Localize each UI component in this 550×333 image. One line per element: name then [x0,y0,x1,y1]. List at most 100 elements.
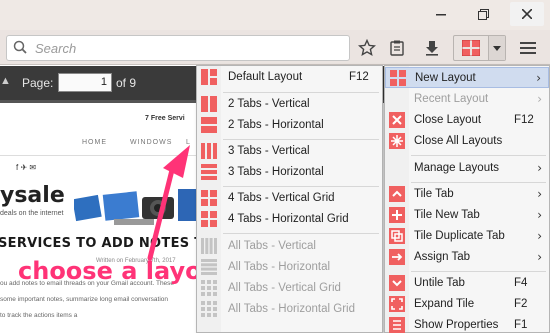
submenu-arrow-icon: › [537,229,542,243]
gadget-banner-image [74,189,198,225]
menu-item-expand-tile[interactable]: Expand Tile F2 [385,294,549,315]
close-icon [522,9,532,19]
menu-item-tile-tab[interactable]: Tile Tab › [385,184,549,205]
close-layout-icon [389,112,405,128]
untile-tab-icon [389,275,405,291]
menu-item-show-properties[interactable]: Show Properties F1 [385,315,549,333]
default-layout-icon [201,69,217,85]
two-horizontal-icon [201,117,217,133]
menu-separator [411,155,546,156]
two-vertical-icon [201,96,217,112]
close-window-button[interactable] [510,2,544,26]
tile-tabs-menu: New Layout › Recent Layout › Close Layou… [384,65,550,333]
menu-item-all-tabs-vertical-grid[interactable]: All Tabs - Vertical Grid [197,278,382,299]
menu-item-default-layout[interactable]: Default Layout F12 [197,67,382,88]
all-vertical-icon [201,238,217,254]
four-vertical-grid-icon [201,190,217,206]
menu-separator [411,271,546,272]
menu-item-4-tabs-horizontal-grid[interactable]: 4 Tabs - Horizontal Grid [197,209,382,230]
menu-item-shortcut: F4 [514,277,528,289]
menu-item-all-tabs-horizontal-grid[interactable]: All Tabs - Horizontal Grid [197,299,382,320]
menu-item-3-tabs-vertical[interactable]: 3 Tabs - Vertical [197,141,382,162]
tile-tabs-button[interactable] [454,36,488,60]
menu-item-manage-layouts[interactable]: Manage Layouts › [385,158,549,179]
page-number-input[interactable]: 1 [58,73,112,92]
menu-item-assign-tab[interactable]: Assign Tab › [385,247,549,268]
menu-item-label: All Tabs - Vertical Grid [228,282,341,294]
restore-button[interactable] [466,2,500,26]
nav-link-windows[interactable]: WINDOWS [130,139,172,146]
properties-icon [389,317,405,333]
menu-item-label: Close All Layouts [414,135,503,147]
article-paragraph-line: to track the actions items a [0,312,78,319]
submenu-arrow-icon: › [536,71,541,85]
menu-item-label: Show Properties [414,319,499,331]
menu-item-label: Tile New Tab [414,209,480,221]
menu-item-label: Tile Tab [414,188,454,200]
reading-list-button[interactable] [385,36,409,60]
submenu-arrow-icon: › [537,187,542,201]
menu-item-2-tabs-vertical[interactable]: 2 Tabs - Vertical [197,94,382,115]
menu-item-all-tabs-horizontal[interactable]: All Tabs - Horizontal [197,257,382,278]
menu-item-label: 4 Tabs - Vertical Grid [228,192,335,204]
menu-item-close-layout[interactable]: Close Layout F12 [385,110,549,131]
title-bar [0,0,550,30]
four-horizontal-grid-icon [201,211,217,227]
site-tagline: deals on the internet [0,210,64,217]
menu-item-tile-duplicate-tab[interactable]: Tile Duplicate Tab › [385,226,549,247]
menu-item-label: Expand Tile [414,298,475,310]
downloads-button[interactable] [420,36,444,60]
submenu-arrow-icon: › [537,92,542,106]
bookmark-button[interactable] [355,36,379,60]
menu-item-label: Close Layout [414,114,482,126]
menu-item-label: Untile Tab [414,277,465,289]
menu-separator [223,233,379,234]
menu-item-untile-tab[interactable]: Untile Tab F4 [385,273,549,294]
menu-item-shortcut: F1 [514,319,528,331]
menu-item-label: 2 Tabs - Vertical [228,98,310,110]
menu-item-label: Default Layout [228,71,303,83]
menu-item-label: New Layout [415,72,476,84]
nav-link-more[interactable]: L [186,139,191,146]
menu-item-all-tabs-vertical[interactable]: All Tabs - Vertical [197,236,382,257]
menu-button[interactable] [516,36,540,60]
expand-tile-icon [389,296,405,312]
article-paragraph-line: some important notes, summarize long ema… [0,296,168,303]
clipboard-icon [390,40,404,56]
menu-item-4-tabs-vertical-grid[interactable]: 4 Tabs - Vertical Grid [197,188,382,209]
menu-item-2-tabs-horizontal[interactable]: 2 Tabs - Horizontal [197,115,382,136]
menu-item-tile-new-tab[interactable]: Tile New Tab › [385,205,549,226]
assign-tab-icon [389,249,405,265]
article-teaser: 7 Free Servi [145,115,185,122]
restore-icon [477,8,489,20]
menu-item-recent-layout[interactable]: Recent Layout › [385,89,549,110]
menu-item-label: Manage Layouts [414,162,500,174]
menu-item-label: 2 Tabs - Horizontal [228,119,324,131]
tile-tab-icon [389,186,405,202]
tile-new-tab-icon [389,207,405,223]
divider [0,155,200,156]
three-vertical-icon [201,143,217,159]
menu-item-3-tabs-horizontal[interactable]: 3 Tabs - Horizontal [197,162,382,183]
tile-tabs-dropdown[interactable] [488,36,505,60]
chevron-down-icon [493,45,501,51]
menu-item-label: 4 Tabs - Horizontal Grid [228,213,349,225]
submenu-arrow-icon: › [537,161,542,175]
menu-item-label: Recent Layout [414,93,489,105]
search-box[interactable]: Search [6,35,350,61]
all-vertical-grid-icon [201,280,217,296]
nav-link-home[interactable]: HOME [82,139,107,146]
site-logo: ysale [0,183,65,208]
menu-item-new-layout[interactable]: New Layout › [385,67,549,88]
all-horizontal-grid-icon [201,301,217,317]
submenu-arrow-icon: › [537,208,542,222]
three-horizontal-icon [201,164,217,180]
scroll-up-icon[interactable]: ▲ [0,75,11,87]
menu-item-label: Tile Duplicate Tab [414,230,505,242]
page-count: of 9 [116,76,137,90]
menu-item-close-all-layouts[interactable]: Close All Layouts [385,131,549,152]
download-icon [426,41,438,56]
minimize-button[interactable] [424,2,458,26]
menu-item-label: Assign Tab [414,251,471,263]
menu-separator [223,186,379,187]
